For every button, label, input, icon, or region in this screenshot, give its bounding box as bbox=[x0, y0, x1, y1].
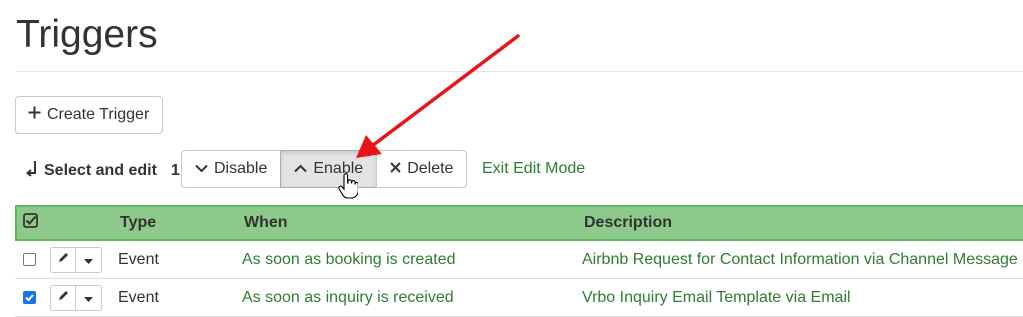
row-description-link[interactable]: Vrbo Inquiry Email Template via Email bbox=[582, 289, 1023, 307]
table-row[interactable]: Event As soon as inquiry is received Vrb… bbox=[15, 279, 1023, 317]
table-header: Type When Description bbox=[15, 205, 1023, 241]
triggers-table: Type When Description Event As soon as b… bbox=[15, 205, 1023, 317]
title-divider bbox=[16, 71, 1023, 72]
enable-button[interactable]: Enable bbox=[280, 150, 378, 188]
select-all-checkbox[interactable] bbox=[17, 213, 43, 233]
plus-icon bbox=[28, 106, 41, 124]
row-checkbox[interactable] bbox=[23, 253, 36, 266]
row-when-link[interactable]: As soon as booking is created bbox=[242, 251, 582, 269]
bulk-action-group: Disable Enable Delete bbox=[181, 150, 468, 188]
caret-down-icon bbox=[84, 289, 93, 307]
times-icon bbox=[390, 160, 401, 178]
selected-count: 1 bbox=[170, 162, 180, 179]
checkmark-icon bbox=[25, 294, 34, 302]
table-row[interactable]: Event As soon as booking is created Airb… bbox=[15, 241, 1023, 279]
row-checkbox[interactable] bbox=[23, 291, 36, 304]
row-description-link[interactable]: Airbnb Request for Contact Information v… bbox=[582, 251, 1023, 269]
select-and-edit-text: Select and edit bbox=[44, 162, 157, 179]
disable-label: Disable bbox=[214, 160, 268, 177]
caret-down-icon bbox=[84, 251, 93, 269]
pencil-icon bbox=[57, 251, 70, 269]
row-when-link[interactable]: As soon as inquiry is received bbox=[242, 289, 582, 307]
edit-button[interactable] bbox=[50, 246, 76, 273]
delete-button[interactable]: Delete bbox=[376, 150, 468, 188]
chevron-down-icon bbox=[195, 160, 208, 178]
row-dropdown-toggle[interactable] bbox=[75, 284, 102, 311]
disable-button[interactable]: Disable bbox=[181, 150, 282, 188]
column-header-description[interactable]: Description bbox=[584, 214, 1023, 232]
exit-edit-mode-link[interactable]: Exit Edit Mode bbox=[482, 160, 585, 178]
create-trigger-button[interactable]: Create Trigger bbox=[15, 96, 163, 134]
checkbox-check-icon bbox=[23, 213, 38, 233]
row-action-split-button bbox=[50, 284, 102, 311]
pencil-icon bbox=[57, 289, 70, 307]
row-type: Event bbox=[118, 288, 159, 306]
column-header-type[interactable]: Type bbox=[120, 214, 244, 232]
column-header-when[interactable]: When bbox=[244, 214, 584, 232]
create-trigger-label: Create Trigger bbox=[47, 106, 150, 123]
chevron-up-icon bbox=[294, 160, 308, 178]
select-and-edit-label: Select and edit 1 bbox=[25, 160, 180, 182]
row-action-split-button bbox=[50, 246, 102, 273]
page-title: Triggers bbox=[16, 13, 158, 56]
row-type: Event bbox=[118, 250, 159, 268]
edit-button[interactable] bbox=[50, 284, 76, 311]
row-dropdown-toggle[interactable] bbox=[75, 246, 102, 273]
hand-cursor-icon bbox=[338, 173, 359, 204]
enter-arrow-icon bbox=[25, 160, 38, 182]
delete-label: Delete bbox=[407, 160, 454, 177]
